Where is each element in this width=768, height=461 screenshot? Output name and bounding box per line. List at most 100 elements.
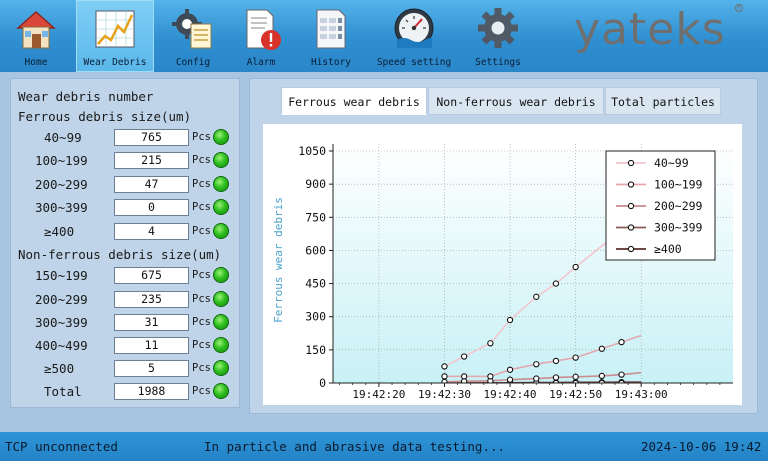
nonferrous-count-value: 31	[114, 314, 189, 331]
panel-title: Wear debris number	[18, 89, 154, 104]
unit-label: Pcs	[192, 293, 211, 305]
tab-non-ferrous-wear-debris[interactable]: Non-ferrous wear debris	[428, 87, 604, 115]
toolbar-wear-debris[interactable]: Wear Debris	[76, 0, 154, 72]
toolbar-history[interactable]: History	[298, 0, 364, 72]
data-point	[572, 263, 579, 271]
status-datetime: 2024-10-06 19:42	[641, 439, 762, 454]
wear-debris-number-panel	[10, 78, 240, 408]
status-led-indicator	[213, 129, 229, 145]
unit-label: Pcs	[192, 154, 211, 166]
status-bar: TCP unconnected In particle and abrasive…	[0, 432, 768, 461]
ferrous-count-value: 47	[114, 176, 189, 193]
data-point	[441, 373, 448, 380]
status-led-indicator	[213, 223, 229, 239]
nonferrous-count-value: 675	[114, 267, 189, 284]
y-tick-label: 150	[305, 343, 326, 357]
data-point	[487, 340, 494, 347]
nonferrous-range-label: 300~399	[35, 315, 88, 330]
data-point	[460, 373, 468, 380]
y-tick-label: 1050	[298, 144, 326, 158]
data-point	[460, 353, 468, 360]
gear-icon	[478, 8, 518, 48]
nonferrous-count-value: 5	[114, 360, 189, 377]
data-point	[506, 366, 514, 373]
status-message: In particle and abrasive data testing...	[204, 439, 506, 454]
unit-label: Pcs	[192, 362, 211, 374]
data-point	[506, 376, 514, 383]
home-icon	[16, 10, 56, 49]
history-table-icon	[316, 9, 346, 49]
y-tick-label: 300	[305, 310, 326, 324]
data-point	[572, 373, 579, 380]
chart-legend: 40~99 100~199 200~299 300~399 ≥400	[605, 150, 716, 261]
toolbar-history-label: History	[310, 57, 352, 68]
ferrous-range-label: 300~399	[35, 200, 88, 215]
ferrous-count-value: 0	[114, 199, 189, 216]
unit-label: Pcs	[192, 339, 211, 351]
alarm-document-icon	[246, 9, 281, 50]
x-tick-label: 19:42:20	[352, 388, 405, 401]
toolbar-alarm-label: Alarm	[246, 57, 276, 68]
legend-swatch-marker	[627, 159, 635, 167]
data-point	[533, 375, 540, 382]
toolbar-home[interactable]: Home	[2, 0, 70, 72]
toolbar-home-label: Home	[24, 57, 48, 68]
data-point	[533, 361, 540, 368]
connection-status: TCP unconnected	[5, 439, 118, 454]
ferrous-count-value: 4	[114, 223, 189, 240]
toolbar-config[interactable]: Config	[160, 0, 226, 72]
data-point	[618, 371, 625, 378]
unit-label: Pcs	[192, 225, 211, 237]
ferrous-range-label: 40~99	[44, 130, 82, 145]
data-point	[572, 354, 579, 361]
y-tick-label: 0	[319, 376, 326, 390]
toolbar-speed-setting[interactable]: Speed setting	[372, 0, 456, 72]
tab-ferrous-wear-debris[interactable]: Ferrous wear debris	[281, 87, 427, 115]
chart-icon	[95, 10, 135, 48]
toolbar-speed-setting-label: Speed setting	[376, 57, 452, 68]
ferrous-range-label: 100~199	[35, 153, 88, 168]
data-point	[441, 363, 448, 370]
ferrous-header: Ferrous debris size(um)	[18, 109, 192, 124]
unit-label: Pcs	[192, 385, 211, 397]
unit-label: Pcs	[192, 131, 211, 143]
toolbar-config-label: Config	[175, 57, 211, 68]
legend-swatch-marker	[627, 245, 635, 253]
nonferrous-range-label: ≥500	[44, 361, 75, 376]
data-point	[533, 293, 540, 300]
toolbar-settings-label: Settings	[475, 57, 521, 68]
total-label: Total	[44, 384, 82, 399]
legend-item-label: 40~99	[654, 156, 689, 170]
tab-total-particles[interactable]: Total particles	[605, 87, 721, 115]
status-led-indicator	[213, 267, 229, 283]
status-led-indicator	[213, 152, 229, 168]
x-tick-label: 19:42:50	[549, 388, 602, 401]
nonferrous-range-label: 200~299	[35, 292, 88, 307]
config-gear-icon	[172, 9, 212, 49]
registered-mark: R	[735, 4, 743, 12]
x-tick-label: 19:42:30	[418, 388, 471, 401]
y-axis-label: Ferrous wear debris	[272, 197, 285, 323]
y-tick-label: 750	[305, 210, 326, 224]
unit-label: Pcs	[192, 269, 211, 281]
toolbar-settings[interactable]: Settings	[462, 0, 534, 72]
legend-item-label: ≥400	[654, 242, 682, 256]
data-point	[552, 357, 560, 365]
data-point	[552, 280, 560, 287]
status-led-indicator	[213, 291, 229, 307]
toolbar-alarm[interactable]: Alarm	[230, 0, 292, 72]
legend-swatch-marker	[627, 202, 635, 210]
toolbar-wear-debris-label: Wear Debris	[83, 57, 147, 68]
ferrous-range-label: ≥400	[44, 224, 75, 239]
data-point	[506, 316, 514, 324]
y-tick-label: 600	[305, 243, 326, 257]
brand-logo: yateks	[574, 4, 726, 55]
y-tick-label: 450	[305, 277, 326, 291]
data-point	[552, 374, 560, 381]
nonferrous-count-value: 11	[114, 337, 189, 354]
x-tick-label: 19:43:00	[615, 388, 668, 401]
legend-swatch-marker	[627, 224, 635, 231]
ferrous-wear-debris-chart: 0 150 300 450 600 750 900 1050 19:42:20 19:42:30 1…	[272, 144, 733, 401]
ferrous-range-label: 200~299	[35, 177, 88, 192]
nonferrous-header: Non-ferrous debris size(um)	[18, 247, 222, 262]
